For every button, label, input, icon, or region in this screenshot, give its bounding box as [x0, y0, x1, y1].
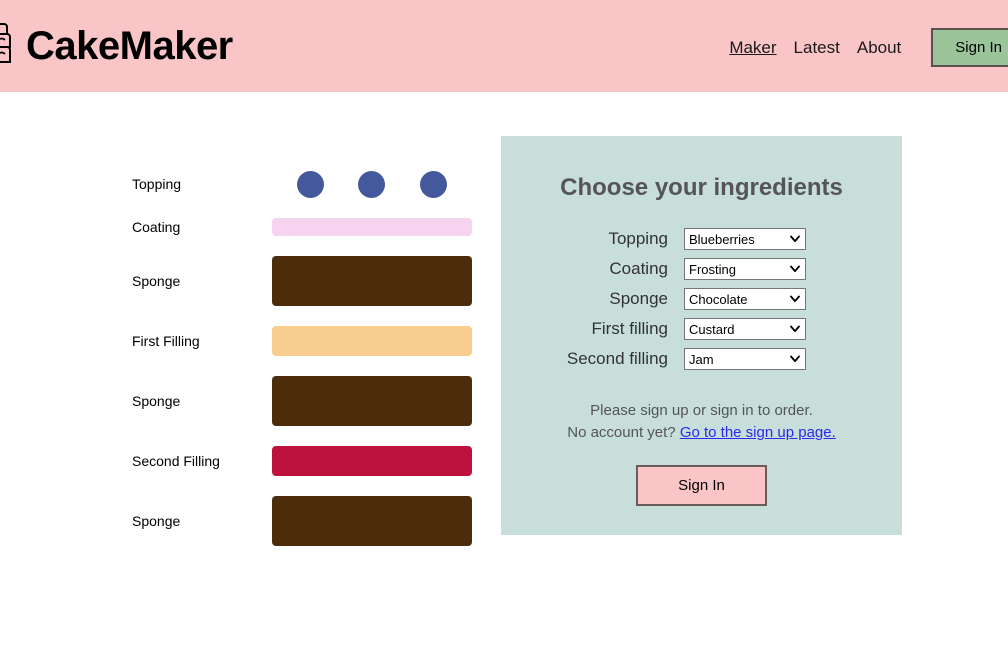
cake-layer-visual	[272, 218, 472, 236]
cake-layer-row: Sponge	[132, 246, 477, 316]
brand-name: CakeMaker	[26, 23, 233, 68]
cake-layer-label: Sponge	[132, 272, 181, 289]
select-second-filling[interactable]: Jam	[684, 347, 806, 370]
cake-layer-bar	[272, 376, 472, 426]
cake-layer-bar	[272, 496, 472, 546]
ingredients-form: Topping Blueberries Coating Frosting Sponge C…	[501, 224, 902, 374]
ingredient-label-coating: Coating	[609, 258, 668, 278]
cake-layer-label: Coating	[132, 218, 181, 235]
cake-layer-row: First Filling	[132, 316, 477, 366]
select-sponge[interactable]: Chocolate	[684, 287, 806, 310]
header-signin-button[interactable]: Sign In	[931, 28, 1008, 67]
select-wrap-first-filling: Custard	[684, 317, 806, 340]
ingredients-panel: Choose your ingredients Topping Blueberri…	[501, 136, 902, 535]
cake-preview: Topping Coating Sponge First Filling Sponge S…	[132, 160, 477, 556]
topping-dot	[358, 170, 386, 198]
signin-note-line2: No account yet? Go to the sign up page.	[501, 422, 902, 444]
topping-dot	[297, 170, 325, 198]
cake-layer-label: Sponge	[132, 512, 181, 529]
cake-layer-row: Sponge	[132, 486, 477, 556]
nav-link-latest[interactable]: Latest	[794, 38, 840, 58]
ingredient-row-sponge: Sponge Chocolate	[501, 284, 902, 314]
cake-layer-visual	[272, 256, 472, 306]
ingredient-label-first-filling: First filling	[591, 318, 668, 338]
ingredient-label-topping: Topping	[608, 228, 668, 248]
cake-layer-row: Topping	[132, 160, 477, 208]
cake-layer-label: Sponge	[132, 392, 181, 409]
select-topping[interactable]: Blueberries	[684, 227, 806, 250]
cake-layer-label: Second Filling	[132, 452, 220, 469]
cake-layer-row: Coating	[132, 208, 477, 246]
nav-link-about[interactable]: About	[857, 38, 901, 58]
cake-layer-bar	[272, 256, 472, 306]
select-wrap-topping: Blueberries	[684, 227, 806, 250]
signin-note: Please sign up or sign in to order. No a…	[501, 400, 902, 444]
main-nav: Maker Latest About Sign In	[729, 28, 1008, 67]
signin-note-prefix: No account yet?	[567, 423, 676, 441]
ingredient-row-second-filling: Second filling Jam	[501, 344, 902, 374]
select-wrap-coating: Frosting	[684, 257, 806, 280]
cake-layer-visual	[272, 446, 472, 476]
select-wrap-sponge: Chocolate	[684, 287, 806, 310]
select-wrap-second-filling: Jam	[684, 347, 806, 370]
cake-layer-visual	[272, 376, 472, 426]
ingredient-label-sponge: Sponge	[609, 288, 668, 308]
select-first-filling[interactable]: Custard	[684, 317, 806, 340]
signin-note-line1: Please sign up or sign in to order.	[590, 401, 813, 419]
nav-link-maker[interactable]: Maker	[729, 38, 776, 58]
cake-layer-row: Second Filling	[132, 436, 477, 486]
cake-icon	[0, 23, 11, 63]
signup-link[interactable]: Go to the sign up page.	[680, 424, 836, 441]
cake-layer-label: First Filling	[132, 332, 200, 349]
cake-layer-visual	[272, 170, 472, 198]
cake-layer-bar	[272, 326, 472, 356]
topping-dots	[272, 170, 472, 198]
panel-title: Choose your ingredients	[560, 174, 843, 201]
ingredient-row-first-filling: First filling Custard	[501, 314, 902, 344]
cake-layer-label: Topping	[132, 175, 182, 192]
topping-dot	[419, 170, 447, 198]
ingredient-row-topping: Topping Blueberries	[501, 224, 902, 254]
cake-layer-bar	[272, 446, 472, 476]
ingredient-row-coating: Coating Frosting	[501, 254, 902, 284]
cake-layer-row: Sponge	[132, 366, 477, 436]
cake-layer-bar	[272, 218, 472, 236]
cake-layer-visual	[272, 496, 472, 546]
cake-layer-visual	[272, 326, 472, 356]
select-coating[interactable]: Frosting	[684, 257, 806, 280]
brand[interactable]: CakeMaker	[0, 14, 233, 78]
panel-signin-wrap: Sign In	[501, 464, 902, 506]
panel-signin-button[interactable]: Sign In	[636, 464, 767, 506]
ingredient-label-second-filling: Second filling	[566, 348, 668, 368]
site-header: CakeMaker Maker Latest About Sign In	[0, 0, 1008, 92]
